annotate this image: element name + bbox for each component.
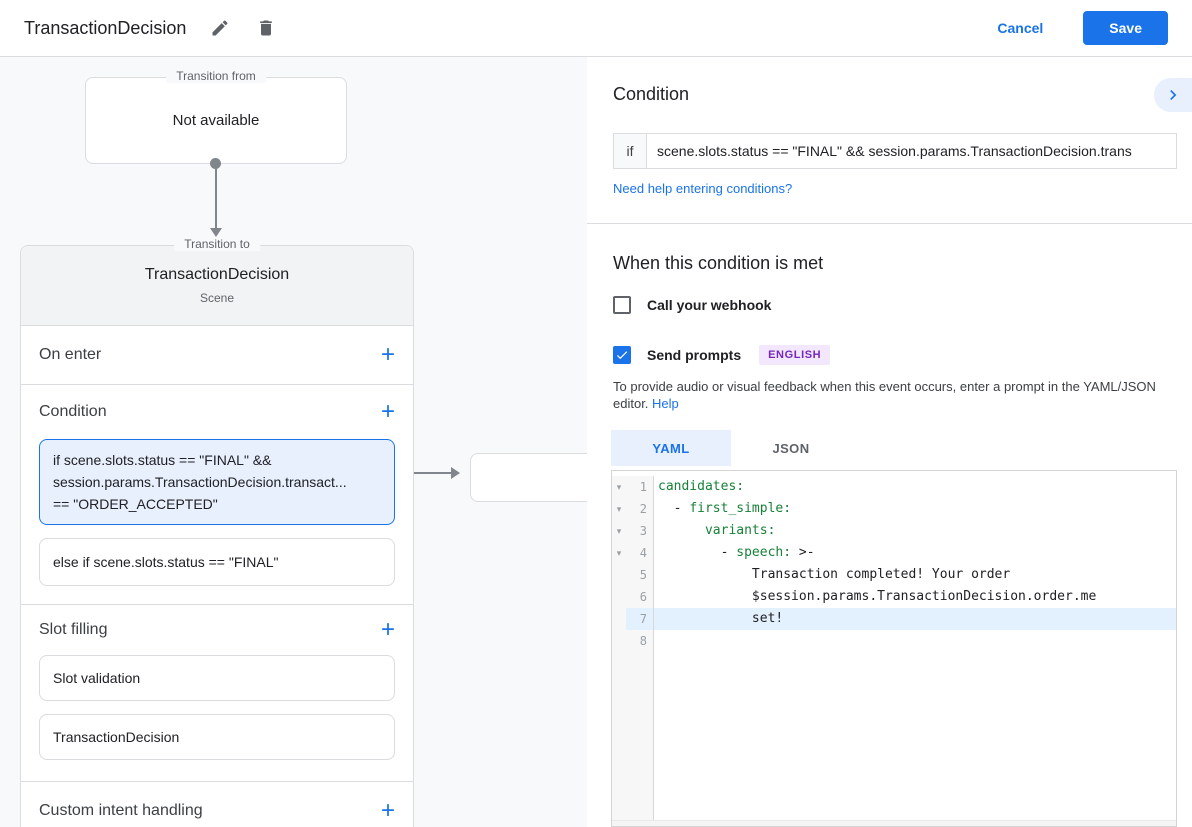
when-condition-heading: When this condition is met	[613, 253, 823, 274]
add-custom-intent-button[interactable]: +	[381, 801, 395, 821]
send-prompts-checkbox-row: Send prompts ENGLISH	[613, 345, 830, 365]
add-slot-button[interactable]: +	[381, 620, 395, 640]
line-number: 3	[626, 520, 654, 542]
code-line[interactable]: ▾2 - first_simple:	[612, 498, 1176, 520]
scene-card-header[interactable]: TransactionDecision Scene	[21, 246, 413, 326]
slot-filling-section: Slot filling + Slot validation Transacti…	[21, 605, 413, 781]
condition-section: Condition + if scene.slots.status == "FI…	[21, 385, 413, 604]
top-bar: TransactionDecision Cancel Save	[0, 0, 1192, 57]
code-line[interactable]: ▾3 variants:	[612, 520, 1176, 542]
description-text: To provide audio or visual feedback when…	[613, 379, 1156, 411]
on-enter-label: On enter	[39, 346, 101, 364]
cancel-button[interactable]: Cancel	[979, 11, 1061, 45]
conditions-help-link[interactable]: Need help entering conditions?	[613, 181, 792, 196]
webhook-checkbox-row: Call your webhook	[613, 296, 771, 314]
prompts-description: To provide audio or visual feedback when…	[613, 378, 1181, 412]
fold-gutter	[612, 630, 626, 652]
code-text: set!	[654, 608, 1176, 630]
language-badge: ENGLISH	[759, 345, 830, 365]
arrow-right-icon	[451, 467, 460, 479]
transition-from-box: Transition from Not available	[85, 77, 347, 164]
transition-to-card: Transition to TransactionDecision Scene …	[20, 245, 414, 827]
panel-divider	[587, 223, 1192, 224]
line-number: 4	[626, 542, 654, 564]
connector-line	[215, 165, 217, 228]
slot-filling-label: Slot filling	[39, 621, 107, 639]
code-line[interactable]: 6 $session.params.TransactionDecision.or…	[612, 586, 1176, 608]
tab-json[interactable]: JSON	[731, 430, 851, 466]
add-condition-button[interactable]: +	[381, 402, 395, 422]
fold-toggle-icon[interactable]: ▾	[612, 498, 626, 520]
line-number: 2	[626, 498, 654, 520]
transition-target-box[interactable]	[470, 453, 587, 502]
pencil-icon	[210, 18, 230, 38]
fold-toggle-icon[interactable]: ▾	[612, 520, 626, 542]
transition-from-text: Not available	[173, 112, 260, 129]
line-number: 5	[626, 564, 654, 586]
arrow-down-icon	[210, 228, 222, 237]
on-enter-section[interactable]: On enter +	[21, 326, 413, 384]
fold-gutter	[612, 564, 626, 586]
transition-to-legend: Transition to	[174, 237, 260, 251]
condition-expression-input[interactable]	[647, 134, 1176, 168]
add-on-enter-button[interactable]: +	[381, 345, 395, 365]
scene-editor-screen: TransactionDecision Cancel Save Transiti…	[0, 0, 1192, 827]
slot-card[interactable]: TransactionDecision	[39, 714, 395, 760]
line-number: 6	[626, 586, 654, 608]
save-button[interactable]: Save	[1083, 11, 1168, 45]
line-number: 1	[626, 476, 654, 498]
code-text: candidates:	[654, 476, 1176, 498]
condition-detail-panel: Condition if Need help entering conditio…	[587, 57, 1192, 827]
line-number: 7	[626, 608, 654, 630]
code-text: $session.params.TransactionDecision.orde…	[654, 586, 1176, 608]
custom-intent-section[interactable]: Custom intent handling +	[21, 782, 413, 827]
code-text: - first_simple:	[654, 498, 1176, 520]
condition-expression-row: if	[613, 133, 1177, 169]
code-text: Transaction completed! Your order	[654, 564, 1176, 586]
condition-section-label: Condition	[39, 403, 107, 421]
code-text: variants:	[654, 520, 1176, 542]
webhook-label: Call your webhook	[647, 297, 771, 313]
scene-type: Scene	[200, 291, 234, 305]
line-number: 8	[626, 630, 654, 652]
code-lines: ▾1candidates:▾2 - first_simple:▾3 varian…	[612, 471, 1176, 652]
fold-toggle-icon[interactable]: ▾	[612, 542, 626, 564]
code-line[interactable]: ▾1candidates:	[612, 476, 1176, 498]
slot-card[interactable]: Slot validation	[39, 655, 395, 701]
code-line[interactable]: 8	[612, 630, 1176, 652]
tab-yaml[interactable]: YAML	[611, 430, 731, 466]
transition-from-legend: Transition from	[166, 69, 266, 83]
if-label: if	[614, 134, 647, 168]
collapse-panel-button[interactable]	[1154, 78, 1192, 112]
panel-heading: Condition	[613, 84, 689, 105]
editor-scrollbar-track[interactable]	[612, 820, 1176, 826]
code-line[interactable]: 5 Transaction completed! Your order	[612, 564, 1176, 586]
fold-toggle-icon[interactable]: ▾	[612, 476, 626, 498]
trash-icon	[256, 18, 276, 38]
fold-gutter	[612, 608, 626, 630]
editor-gutter-filler	[612, 652, 1176, 820]
code-text	[654, 630, 1176, 652]
code-text: - speech: >-	[654, 542, 1176, 564]
editor-tabs: YAML JSON	[611, 430, 851, 466]
page-title: TransactionDecision	[24, 18, 186, 39]
send-prompts-label: Send prompts	[647, 347, 741, 363]
send-prompts-checkbox[interactable]	[613, 346, 631, 364]
check-icon	[615, 348, 629, 362]
scene-name: TransactionDecision	[145, 266, 289, 284]
webhook-checkbox[interactable]	[613, 296, 631, 314]
chevron-right-icon	[1163, 85, 1183, 105]
help-link[interactable]: Help	[652, 396, 679, 411]
code-line[interactable]: ▾4 - speech: >-	[612, 542, 1176, 564]
fold-gutter	[612, 586, 626, 608]
edit-scene-button[interactable]	[208, 16, 232, 40]
condition-card[interactable]: else if scene.slots.status == "FINAL"	[39, 538, 395, 586]
delete-scene-button[interactable]	[254, 16, 278, 40]
scene-flow-diagram: Transition from Not available Transition…	[0, 57, 587, 827]
condition-card-selected[interactable]: if scene.slots.status == "FINAL" && sess…	[39, 439, 395, 525]
custom-intent-label: Custom intent handling	[39, 802, 203, 820]
yaml-editor[interactable]: ▾1candidates:▾2 - first_simple:▾3 varian…	[611, 470, 1177, 827]
code-line[interactable]: 7 set!	[612, 608, 1176, 630]
